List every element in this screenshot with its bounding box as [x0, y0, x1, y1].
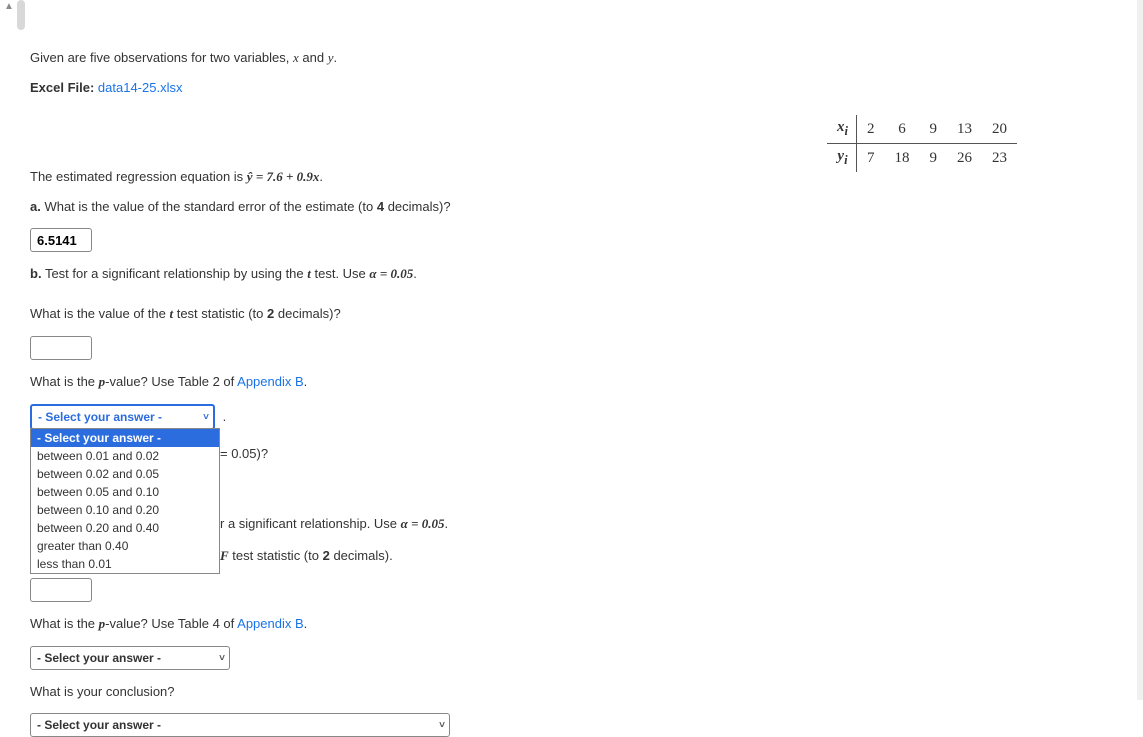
obscured-alpha-fragment: = 0.05)? [220, 446, 268, 461]
t-stat-question: What is the value of the t test statisti… [30, 306, 1137, 322]
y-val-0: 7 [857, 144, 885, 173]
right-scrollbar-track[interactable] [1137, 0, 1143, 700]
intro-and: and [299, 50, 328, 65]
tstat-prefix: What is the value of the [30, 306, 169, 321]
conclusion-question: What is your conclusion? [30, 684, 1137, 699]
tstat-suffix: decimals)? [274, 306, 340, 321]
pval1-prefix: What is the [30, 374, 99, 389]
pval2-mid: -value? Use Table 4 of [105, 616, 237, 631]
standard-error-input[interactable] [30, 228, 92, 252]
appendix-b-link-2[interactable]: Appendix B [237, 616, 304, 631]
dropdown-option-1[interactable]: between 0.01 and 0.02 [31, 447, 219, 465]
p-value-select-1[interactable]: - Select your answer - ˅ - Select your a… [30, 404, 215, 430]
part-a-suffix: decimals)? [384, 199, 450, 214]
p-value-dropdown-list: - Select your answer - between 0.01 and … [30, 428, 220, 574]
obscured-frag3-suf: decimals). [330, 548, 393, 563]
dropdown-option-7[interactable]: less than 0.01 [31, 555, 219, 573]
obscured-frag2: r a significant relationship. Use [220, 516, 401, 531]
intro-period: . [334, 50, 338, 65]
left-scroll-thumb[interactable] [17, 0, 25, 30]
part-b-suffix: . [413, 266, 417, 281]
appendix-b-link-1[interactable]: Appendix B [237, 374, 304, 389]
pval1-suffix: . [304, 374, 308, 389]
scroll-up-icon[interactable]: ▲ [4, 2, 14, 12]
obscured-fstat-fragment: F test statistic (to 2 decimals). [220, 548, 393, 564]
p-value-select-2[interactable]: - Select your answer - ˅ [30, 646, 230, 670]
y-val-1: 18 [885, 144, 920, 173]
part-b-alpha: α = 0.05 [369, 266, 413, 281]
obscured-frag2-alpha: α = 0.05 [401, 516, 445, 531]
data-table: xi 2 6 9 13 20 yi 7 18 9 26 23 [827, 115, 1017, 172]
conclusion-select-label: - Select your answer - [37, 718, 161, 732]
regression-equation: ŷ = 7.6 + 0.9x [247, 169, 320, 184]
part-a-label: a. [30, 199, 41, 214]
dropdown-option-2[interactable]: between 0.02 and 0.05 [31, 465, 219, 483]
regression-suffix: . [319, 169, 323, 184]
x-val-3: 13 [947, 115, 982, 144]
f-stat-input[interactable] [30, 578, 92, 602]
obscured-frag3-pre: test statistic (to [229, 548, 323, 563]
p-value-select-2-label: - Select your answer - [37, 651, 161, 665]
tstat-mid: test statistic (to [173, 306, 267, 321]
excel-label: Excel File: [30, 80, 98, 95]
part-a-decimals: 4 [377, 199, 384, 214]
x-val-0: 2 [857, 115, 885, 144]
dropdown-option-3[interactable]: between 0.05 and 0.10 [31, 483, 219, 501]
conclusion-select[interactable]: - Select your answer - ˅ [30, 713, 450, 737]
dropdown-option-4[interactable]: between 0.10 and 0.20 [31, 501, 219, 519]
table-row-x: xi 2 6 9 13 20 [827, 115, 1017, 144]
table-row-y: yi 7 18 9 26 23 [827, 144, 1017, 173]
y-val-2: 9 [920, 144, 948, 173]
x-val-1: 6 [885, 115, 920, 144]
regression-prefix: The estimated regression equation is [30, 169, 247, 184]
chevron-down-icon: ˅ [203, 412, 209, 423]
y-val-4: 23 [982, 144, 1017, 173]
obscured-frag2-suffix: . [445, 516, 449, 531]
part-b-text2: test. Use [311, 266, 370, 281]
part-a-question: a. What is the value of the standard err… [30, 199, 1137, 214]
x-val-4: 20 [982, 115, 1017, 144]
x-val-2: 9 [920, 115, 948, 144]
dropdown-option-placeholder[interactable]: - Select your answer - [31, 429, 219, 447]
chevron-down-icon: ˅ [219, 653, 225, 664]
dropdown-option-5[interactable]: between 0.20 and 0.40 [31, 519, 219, 537]
t-stat-input[interactable] [30, 336, 92, 360]
part-b-text: Test for a significant relationship by u… [42, 266, 308, 281]
p-value-question-1: What is the p-value? Use Table 2 of Appe… [30, 374, 1137, 390]
pval2-prefix: What is the [30, 616, 99, 631]
part-b-label: b. [30, 266, 42, 281]
p-value-question-2: What is the p-value? Use Table 4 of Appe… [30, 616, 1137, 632]
x-label: xi [827, 115, 856, 144]
pval1-mid: -value? Use Table 2 of [105, 374, 237, 389]
question-content: Given are five observations for two vari… [30, 0, 1137, 700]
excel-file-link[interactable]: data14-25.xlsx [98, 80, 183, 95]
intro-text: Given are five observations for two vari… [30, 50, 1137, 66]
part-b-question: b. Test for a significant relationship b… [30, 266, 1137, 282]
dot-after-select: . [223, 409, 227, 424]
obscured-sig-fragment: r a significant relationship. Use α = 0.… [220, 516, 448, 532]
p-value-select-1-label: - Select your answer - [38, 410, 162, 424]
obscured-frag3-dec: 2 [323, 548, 330, 563]
y-label: yi [827, 144, 856, 173]
dropdown-option-6[interactable]: greater than 0.40 [31, 537, 219, 555]
chevron-down-icon: ˅ [439, 720, 445, 731]
intro-prefix: Given are five observations for two vari… [30, 50, 293, 65]
y-val-3: 26 [947, 144, 982, 173]
pval2-suffix: . [304, 616, 308, 631]
excel-file-line: Excel File: data14-25.xlsx [30, 80, 1137, 95]
part-a-text: What is the value of the standard error … [41, 199, 377, 214]
